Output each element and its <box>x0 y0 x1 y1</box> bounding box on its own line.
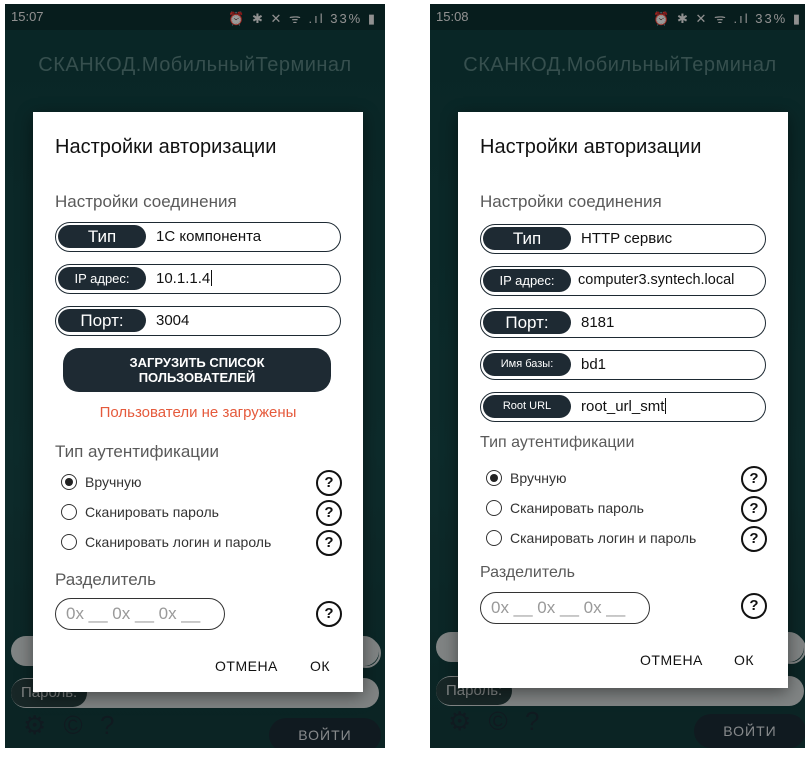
radio-scan-login-password[interactable]: Сканировать логин и пароль <box>486 528 766 550</box>
auth-type-section-label: Тип аутентификации <box>480 434 635 451</box>
help-icon[interactable]: ? <box>741 496 767 522</box>
radio-button-checked[interactable] <box>61 474 77 490</box>
help-icon[interactable]: ? <box>316 470 342 496</box>
phone-screen-right: 15:08 ⏰ ✱ ✕ ᯤ .ıl 33% ▮ СКАНКОД.Мобильны… <box>430 4 805 748</box>
help-icon[interactable]: ? <box>316 601 342 627</box>
port-value: 3004 <box>156 312 190 329</box>
port-field[interactable]: Порт: 3004 <box>55 306 341 336</box>
help-icon[interactable]: ? <box>741 526 767 552</box>
database-name-label: Имя базы: <box>483 353 571 376</box>
radio-label: Сканировать пароль <box>85 504 219 520</box>
phone-screen-left: 15:07 ⏰ ✱ ✕ ᯤ .ıl 33% ▮ СКАНКОД.Мобильны… <box>5 4 385 748</box>
ip-address-field[interactable]: IP адрес: computer3.syntech.local <box>480 266 766 296</box>
type-label: Тип <box>58 225 146 248</box>
root-url-field[interactable]: Root URL root_url_smt <box>480 392 766 422</box>
type-label: Тип <box>483 227 571 250</box>
radio-label: Сканировать логин и пароль <box>510 530 697 546</box>
cancel-button[interactable]: ОТМЕНА <box>215 658 278 674</box>
radio-label: Сканировать пароль <box>510 500 644 516</box>
radio-button[interactable] <box>486 530 502 546</box>
ip-address-value: 10.1.1.4 <box>156 270 211 287</box>
help-icon[interactable]: ? <box>316 500 342 526</box>
users-not-loaded-message: Пользователи не загружены <box>99 404 297 421</box>
port-label: Порт: <box>483 311 571 334</box>
load-users-button-line1: ЗАГРУЗИТЬ СПИСОК <box>129 355 265 370</box>
type-field[interactable]: Тип 1С компонента <box>55 222 341 252</box>
auth-settings-dialog: Настройки авторизации Настройки соединен… <box>33 112 363 692</box>
help-icon[interactable]: ? <box>316 530 342 556</box>
ok-button[interactable]: ОК <box>734 652 754 668</box>
radio-manual[interactable]: Вручную <box>61 472 341 494</box>
ip-address-label: IP адрес: <box>58 267 146 290</box>
dialog-title: Настройки авторизации <box>480 136 702 158</box>
load-users-button-line2: ПОЛЬЗОВАТЕЛЕЙ <box>138 370 256 385</box>
radio-manual[interactable]: Вручную <box>486 468 766 490</box>
separator-section-label: Разделитель <box>480 564 576 581</box>
radio-label: Вручную <box>85 474 142 490</box>
text-cursor <box>211 270 213 286</box>
dialog-title: Настройки авторизации <box>55 136 277 158</box>
radio-button-checked[interactable] <box>486 470 502 486</box>
text-cursor <box>665 398 667 414</box>
ip-address-value: computer3.syntech.local <box>578 272 735 288</box>
radio-scan-login-password[interactable]: Сканировать логин и пароль <box>61 532 341 554</box>
root-url-label: Root URL <box>483 395 571 418</box>
ok-button[interactable]: ОК <box>310 658 330 674</box>
separator-input[interactable]: 0x __ 0x __ 0x __ <box>55 598 225 630</box>
separator-section-label: Разделитель <box>55 570 156 589</box>
help-icon[interactable]: ? <box>741 593 767 619</box>
auth-type-section-label: Тип аутентификации <box>55 442 220 461</box>
root-url-value: root_url_smt <box>581 398 665 415</box>
radio-label: Вручную <box>510 470 567 486</box>
database-name-field[interactable]: Имя базы: bd1 <box>480 350 766 380</box>
radio-scan-password[interactable]: Сканировать пароль <box>61 502 341 524</box>
radio-button[interactable] <box>486 500 502 516</box>
separator-input[interactable]: 0x __ 0x __ 0x __ <box>480 592 650 624</box>
radio-label: Сканировать логин и пароль <box>85 534 272 550</box>
connection-section-label: Настройки соединения <box>55 192 237 211</box>
port-value: 8181 <box>581 314 615 331</box>
auth-settings-dialog: Настройки авторизации Настройки соединен… <box>458 112 788 688</box>
ip-address-label: IP адрес: <box>483 269 571 292</box>
database-name-value: bd1 <box>581 356 607 373</box>
type-value: HTTP сервис <box>581 230 673 247</box>
cancel-button[interactable]: ОТМЕНА <box>640 652 703 668</box>
type-value: 1С компонента <box>156 228 262 245</box>
connection-section-label: Настройки соединения <box>480 192 662 211</box>
radio-button[interactable] <box>61 534 77 550</box>
radio-button[interactable] <box>61 504 77 520</box>
ip-address-field[interactable]: IP адрес: 10.1.1.4 <box>55 264 341 294</box>
port-label: Порт: <box>58 309 146 332</box>
radio-scan-password[interactable]: Сканировать пароль <box>486 498 766 520</box>
port-field[interactable]: Порт: 8181 <box>480 308 766 338</box>
type-field[interactable]: Тип HTTP сервис <box>480 224 766 254</box>
load-users-button[interactable]: ЗАГРУЗИТЬ СПИСОК ПОЛЬЗОВАТЕЛЕЙ <box>63 348 331 392</box>
help-icon[interactable]: ? <box>741 466 767 492</box>
